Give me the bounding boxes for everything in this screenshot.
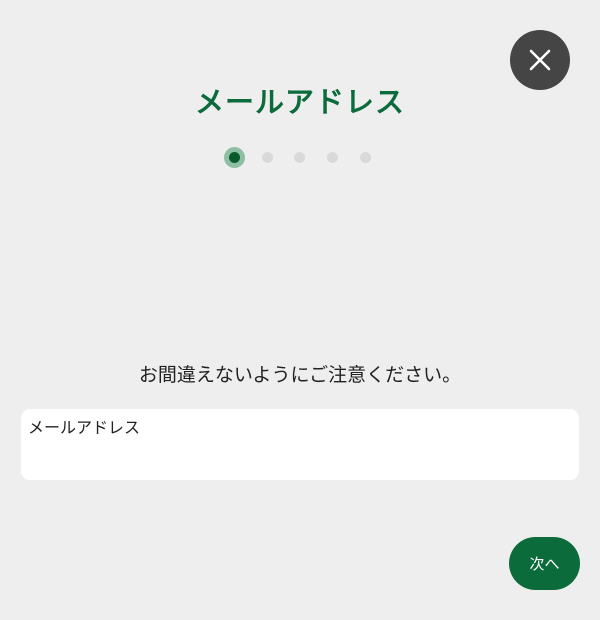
page-title: メールアドレス <box>194 85 405 119</box>
step-dot-1 <box>224 147 245 168</box>
instruction-text: お間違えないようにご注意ください。 <box>138 364 462 386</box>
step-dot-3 <box>294 152 305 163</box>
close-icon <box>529 49 551 71</box>
step-dot-4 <box>327 152 338 163</box>
step-dot-2 <box>262 152 273 163</box>
step-indicator <box>0 145 600 169</box>
next-button[interactable]: 次へ <box>509 537 580 590</box>
close-button[interactable] <box>510 30 570 90</box>
step-dot-5 <box>360 152 371 163</box>
email-field[interactable] <box>21 409 579 480</box>
